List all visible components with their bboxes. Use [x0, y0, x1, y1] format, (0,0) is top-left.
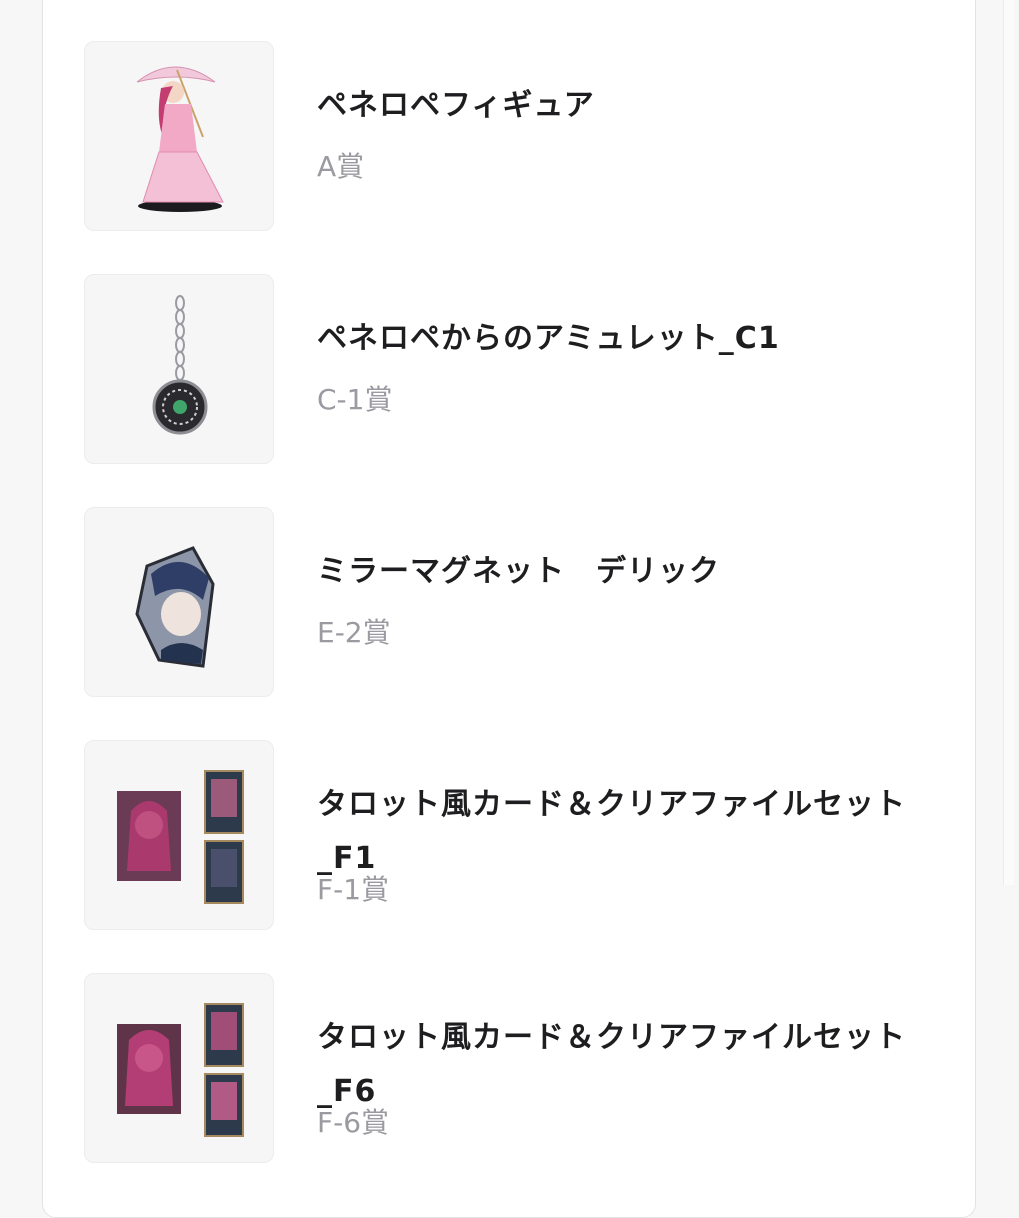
prize-label: A賞 — [317, 150, 365, 183]
prize-item[interactable]: タロット風カード＆クリアファイルセット_F6 F-6賞 — [84, 973, 964, 1165]
tarot-card-set-image — [84, 973, 274, 1163]
prize-item[interactable]: タロット風カード＆クリアファイルセット_F1 F-1賞 — [84, 740, 964, 932]
item-name: ペネロペフィギュア — [317, 88, 595, 123]
prize-item[interactable]: ペネロペフィギュア A賞 — [84, 41, 964, 233]
item-name: タロット風カード＆クリアファイルセット_F1 — [317, 787, 906, 876]
item-name: ペネロペからのアミュレット_C1 — [317, 321, 780, 356]
prize-label: C-1賞 — [317, 383, 393, 416]
prize-label: F-6賞 — [317, 1106, 390, 1139]
item-name: ミラーマグネット デリック — [317, 554, 720, 589]
prize-label: F-1賞 — [317, 873, 390, 906]
amulet-image — [84, 274, 274, 464]
tarot-card-set-image — [84, 740, 274, 930]
mirror-magnet-image — [84, 507, 274, 697]
scrollbar-track[interactable] — [1003, 0, 1014, 885]
prize-item[interactable]: ペネロペからのアミュレット_C1 C-1賞 — [84, 274, 964, 466]
item-name: タロット風カード＆クリアファイルセット_F6 — [317, 1020, 906, 1109]
prize-label: E-2賞 — [317, 616, 391, 649]
prize-item[interactable]: ミラーマグネット デリック E-2賞 — [84, 507, 964, 699]
figure-image — [84, 41, 274, 231]
